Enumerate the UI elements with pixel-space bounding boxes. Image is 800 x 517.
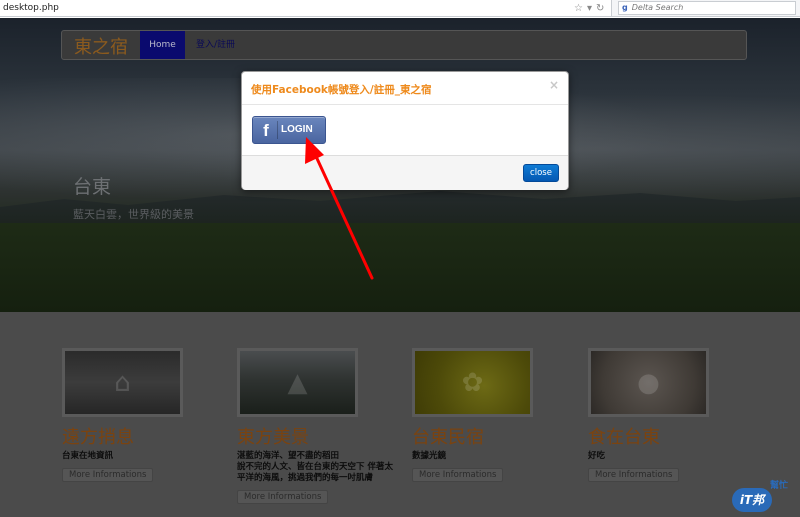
card-description: 數據光鏡 (412, 451, 447, 461)
hero-title: 台東 (73, 176, 112, 198)
feature-card: ✿ 台東民宿 數據光鏡 More Informations (412, 348, 572, 482)
feature-card: ● 食在台東 好吃 More Informations (588, 348, 748, 482)
watermark-text: 幫忙 (770, 481, 789, 491)
dropdown-icon[interactable]: ▾ (587, 3, 592, 14)
close-icon[interactable]: × (549, 78, 559, 92)
search-placeholder: Delta Search (631, 3, 684, 12)
close-button[interactable]: close (523, 164, 559, 182)
feature-card: ⌂ 遠方捎息 台東在地資訊 More Informations (62, 348, 222, 482)
card-title: 遠方捎息 (62, 427, 134, 448)
watermark-badge: iT邦 (732, 488, 772, 512)
card-thumbnail: ✿ (412, 348, 533, 417)
nav-login-link[interactable]: 登入/註冊 (196, 31, 235, 59)
feature-card: ▲ 東方美景 湛藍的海洋、望不盡的稻田 說不完的人文、皆在台東的天空下 伴著太平… (237, 348, 397, 504)
more-info-button[interactable]: More Informations (62, 468, 154, 482)
search-input[interactable]: g Delta Search (618, 1, 796, 15)
modal-title: 使用Facebook帳號登入/註冊_東之宿 (251, 84, 432, 96)
more-info-button[interactable]: More Informations (237, 490, 329, 504)
brand-logo[interactable]: 東之宿 (74, 33, 128, 59)
hero-field (0, 223, 800, 312)
hero-subtitle: 藍天白雲，世界級的美景 (73, 208, 194, 221)
bookmark-star-icon[interactable]: ☆ (574, 3, 583, 14)
reload-icon[interactable]: ↻ (596, 3, 604, 14)
nav-home-link[interactable]: Home (140, 31, 185, 59)
card-title: 東方美景 (237, 427, 309, 448)
flower-icon: ✿ (461, 367, 484, 398)
address-bar-controls: ☆ ▾ ↻ (574, 0, 604, 16)
navbar: 東之宿 Home 登入/註冊 (61, 30, 747, 60)
card-title: 食在台東 (588, 427, 660, 448)
more-info-button[interactable]: More Informations (588, 468, 680, 482)
watermark-logo: iT邦 幫忙 (732, 478, 796, 514)
food-icon: ● (637, 367, 660, 398)
building-icon: ⌂ (114, 367, 131, 398)
card-description: 湛藍的海洋、望不盡的稻田 說不完的人文、皆在台東的天空下 伴著太平洋的海風，挑過… (237, 451, 393, 483)
landscape-icon: ▲ (287, 367, 308, 398)
facebook-login-button[interactable]: f LOGIN (252, 116, 326, 144)
button-divider (277, 121, 278, 139)
card-title: 台東民宿 (412, 427, 484, 448)
facebook-icon: f (263, 121, 269, 140)
card-description: 台東在地資訊 (62, 451, 114, 461)
search-engine-icon: g (622, 3, 628, 12)
browser-toolbar: desktop.php ☆ ▾ ↻ g Delta Search (0, 0, 800, 17)
more-info-button[interactable]: More Informations (412, 468, 504, 482)
facebook-login-label: LOGIN (281, 124, 313, 135)
feature-section: ⌂ 遠方捎息 台東在地資訊 More Informations ▲ 東方美景 湛… (0, 312, 800, 517)
address-bar[interactable]: desktop.php (0, 0, 612, 16)
modal-footer: close (242, 155, 568, 190)
card-thumbnail: ▲ (237, 348, 358, 417)
card-thumbnail: ● (588, 348, 709, 417)
card-description: 好吃 (588, 451, 606, 461)
modal-header: 使用Facebook帳號登入/註冊_東之宿 × (242, 72, 568, 105)
card-thumbnail: ⌂ (62, 348, 183, 417)
facebook-login-modal: 使用Facebook帳號登入/註冊_東之宿 × f LOGIN close (241, 71, 569, 190)
